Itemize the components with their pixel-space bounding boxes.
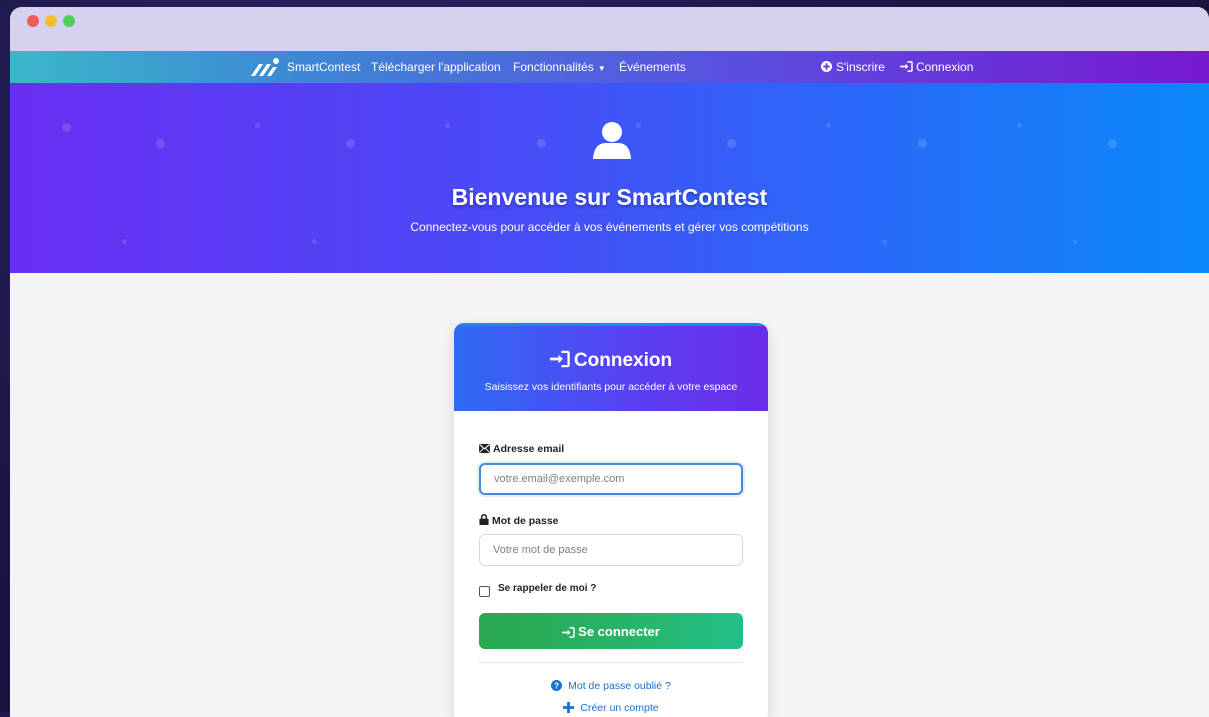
envelope-icon [479, 444, 490, 453]
nav-brand-link[interactable]: SmartContest [287, 60, 360, 74]
decorative-dot [445, 123, 450, 128]
decorative-dot [636, 123, 641, 128]
decorative-dot [918, 139, 927, 148]
login-card-title-row: Connexion [454, 350, 768, 372]
nav-register-label: S'inscrire [836, 60, 885, 74]
login-submit-label: Se connecter [578, 623, 660, 639]
top-navbar: SmartContest Télécharger l'application F… [10, 51, 1209, 83]
decorative-dot [826, 123, 831, 128]
nav-login-label: Connexion [916, 60, 974, 74]
user-icon [590, 119, 634, 168]
nav-features-dropdown[interactable]: Fonctionnalités ▼ [513, 60, 606, 74]
sign-in-icon [900, 61, 913, 72]
create-account-link[interactable]: Créer un compte [454, 702, 768, 714]
forgot-password-link[interactable]: ? Mot de passe oublié ? [454, 680, 768, 692]
decorative-dot [882, 239, 887, 244]
lock-icon [479, 514, 489, 525]
svg-text:?: ? [554, 681, 559, 690]
login-card: Connexion Saisissez vos identifiants pou… [454, 323, 768, 717]
email-label-row: Adresse email [479, 443, 564, 455]
decorative-dot [62, 123, 71, 132]
decorative-dot [122, 239, 127, 244]
login-card-header: Connexion Saisissez vos identifiants pou… [454, 323, 768, 411]
password-input[interactable] [479, 534, 743, 566]
plus-circle-icon [821, 61, 832, 72]
close-window-button[interactable] [27, 15, 39, 27]
decorative-dot [312, 239, 317, 244]
password-label-row: Mot de passe [479, 514, 559, 527]
hero-subtitle: Connectez-vous pour accéder à vos événem… [410, 220, 809, 234]
maximize-window-button[interactable] [63, 15, 75, 27]
remember-me-label[interactable]: Se rappeler de moi ? [498, 583, 596, 594]
hero-banner: Bienvenue sur SmartContest Connectez-vou… [10, 83, 1209, 273]
decorative-dot [255, 123, 260, 128]
login-card-subtitle: Saisissez vos identifiants pour accéder … [484, 381, 738, 393]
browser-window: SmartContest Télécharger l'application F… [10, 7, 1209, 717]
decorative-dot [1108, 139, 1117, 148]
email-input[interactable] [479, 463, 743, 495]
sign-in-icon [562, 626, 575, 638]
decorative-dot [1073, 239, 1078, 244]
decorative-dot [1017, 123, 1022, 128]
smartcontest-logo-icon[interactable] [249, 56, 281, 81]
nav-register-link[interactable]: S'inscrire [821, 60, 885, 74]
sign-in-icon [549, 350, 570, 368]
caret-down-icon: ▼ [597, 64, 606, 73]
nav-login-link[interactable]: Connexion [900, 60, 973, 74]
nav-download-app-link[interactable]: Télécharger l'application [371, 60, 501, 74]
hero-title: Bienvenue sur SmartContest [451, 184, 768, 210]
minimize-window-button[interactable] [45, 15, 57, 27]
nav-events-link[interactable]: Événements [619, 60, 686, 74]
nav-features-label: Fonctionnalités [513, 60, 594, 74]
email-label: Adresse email [493, 443, 565, 455]
card-divider [479, 662, 743, 663]
plus-icon [563, 702, 575, 713]
decorative-dot [346, 139, 355, 148]
decorative-dot [727, 139, 736, 148]
window-titlebar [10, 7, 1209, 51]
login-card-title: Connexion [573, 350, 673, 371]
login-submit-button[interactable]: Se connecter [479, 613, 743, 649]
password-label: Mot de passe [492, 515, 559, 527]
forgot-password-label: Mot de passe oublié ? [568, 680, 671, 692]
question-circle-icon: ? [551, 680, 563, 691]
decorative-dot [537, 139, 546, 148]
create-account-label: Créer un compte [580, 702, 659, 714]
remember-me-checkbox[interactable] [479, 586, 490, 597]
decorative-dot [156, 139, 165, 148]
